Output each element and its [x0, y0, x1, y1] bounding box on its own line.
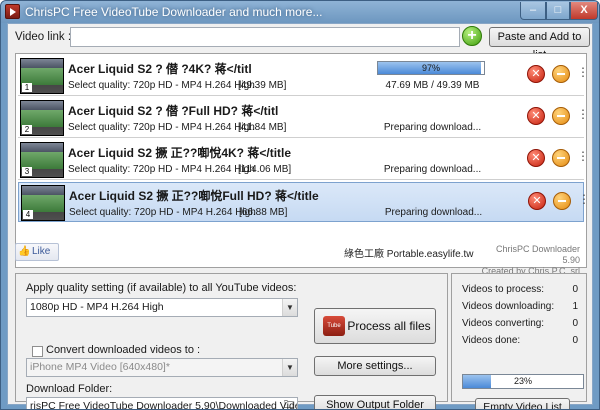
stats-panel: Videos to process: 0 Videos downloading:…	[451, 273, 587, 409]
file-size: [114.06 MB]	[238, 164, 292, 175]
video-title: Acer Liquid S2 撅 正??啣悅Full HD? 蒋</title	[69, 189, 319, 203]
convert-dropdown-value: iPhone MP4 Video [640x480]*	[30, 361, 170, 373]
download-status: 47.69 MB / 49.39 MB	[385, 80, 480, 91]
convert-checkbox[interactable]	[32, 346, 43, 357]
watermark: 綠色工廠 Portable.easylife.tw	[344, 249, 474, 260]
video-thumbnail: 3	[20, 142, 64, 178]
minimize-button[interactable]: –	[520, 2, 546, 20]
file-size: [49.39 MB]	[238, 80, 287, 91]
more-settings-button[interactable]: More settings...	[314, 356, 436, 376]
app-logo-icon	[5, 4, 20, 19]
file-size: [41.84 MB]	[238, 122, 287, 133]
row-menu-icon[interactable]: ⋮	[577, 108, 589, 120]
quality-select[interactable]: Select quality: 720p HD - MP4 H.264 High	[68, 122, 255, 133]
total-progress-bar: 23%	[462, 374, 584, 389]
delete-icon[interactable]: ✕	[527, 65, 545, 83]
video-link-input[interactable]	[70, 27, 460, 47]
folder-icon[interactable]: 🗀	[282, 400, 295, 409]
video-title: Acer Liquid S2 撅 正??啣悅4K? 蒋</title	[68, 146, 292, 160]
paste-and-add-button[interactable]: Paste and Add to list	[489, 27, 590, 61]
chevron-down-icon: ▼	[282, 359, 297, 376]
videos-downloading-label: Videos downloading:	[462, 301, 555, 312]
process-all-label: Process all files	[347, 319, 431, 333]
video-thumbnail: 4	[21, 185, 65, 221]
videos-converting-value: 0	[572, 318, 578, 329]
process-all-button[interactable]: Tube Process all files	[314, 308, 436, 344]
total-progress-percent: 23%	[513, 376, 532, 386]
quality-dropdown[interactable]: 1080p HD - MP4 H.264 High ▼	[26, 298, 298, 317]
stop-icon[interactable]	[552, 149, 570, 167]
videos-done-value: 0	[572, 335, 578, 346]
quality-select[interactable]: Select quality: 720p HD - MP4 H.264 High	[68, 80, 255, 91]
stop-icon[interactable]	[552, 107, 570, 125]
video-link-label: Video link :	[15, 31, 72, 43]
progress-percent: 97%	[421, 63, 440, 73]
videos-converting-label: Videos converting:	[462, 318, 545, 329]
row-menu-icon[interactable]: ⋮	[577, 66, 589, 78]
empty-video-list-button[interactable]: Empty Video List	[475, 398, 570, 409]
convert-format-dropdown[interactable]: iPhone MP4 Video [640x480]* ▼	[26, 358, 298, 377]
download-row[interactable]: 2 Acer Liquid S2 ? 僣 ?Full HD? 蒋</titl S…	[18, 98, 589, 138]
videos-done-label: Videos done:	[462, 335, 521, 346]
close-window-button[interactable]: X	[570, 2, 598, 20]
download-row-selected[interactable]: 4 Acer Liquid S2 撅 正??啣悅Full HD? 蒋</titl…	[18, 182, 590, 222]
window-title: ChrisPC Free VideoTube Downloader and mu…	[25, 5, 323, 19]
version-line: ChrisPC Downloader 5.90	[495, 244, 580, 265]
settings-panel: Apply quality setting (if available) to …	[15, 273, 448, 409]
download-row[interactable]: 1 Acer Liquid S2 ? 僣 ?4K? 蒋</titl Select…	[18, 56, 589, 96]
download-list[interactable]: 1 Acer Liquid S2 ? 僣 ?4K? 蒋</titl Select…	[15, 53, 590, 268]
download-status: Preparing download...	[383, 164, 482, 175]
videos-to-process-value: 0	[572, 284, 578, 295]
download-status: Preparing download...	[383, 122, 482, 133]
youtube-tube-icon: Tube	[323, 316, 345, 336]
title-bar[interactable]: ChrisPC Free VideoTube Downloader and mu…	[1, 1, 599, 23]
row-index: 4	[23, 210, 33, 219]
stop-icon[interactable]	[553, 192, 571, 210]
chevron-down-icon: ▼	[282, 299, 297, 316]
download-progress-bar: 97%	[377, 61, 485, 75]
video-thumbnail: 1	[20, 58, 64, 94]
row-menu-icon[interactable]: ⋮	[577, 150, 589, 162]
convert-label: Convert downloaded videos to :	[46, 344, 201, 356]
row-index: 2	[22, 125, 32, 134]
videos-downloading-value: 1	[572, 301, 578, 312]
download-folder-input[interactable]: risPC Free VideoTube Downloader 5.90\Dow…	[26, 397, 298, 410]
row-index: 1	[22, 83, 32, 92]
app-window: ChrisPC Free VideoTube Downloader and mu…	[0, 0, 600, 410]
delete-icon[interactable]: ✕	[527, 107, 545, 125]
download-row[interactable]: 3 Acer Liquid S2 撅 正??啣悅4K? 蒋</title Sel…	[18, 140, 589, 180]
row-index: 3	[22, 167, 32, 176]
quality-select[interactable]: Select quality: 720p HD - MP4 H.264 High	[69, 207, 256, 218]
video-title: Acer Liquid S2 ? 僣 ?Full HD? 蒋</titl	[68, 104, 279, 118]
download-folder-label: Download Folder:	[26, 383, 113, 395]
maximize-button[interactable]: □	[546, 2, 570, 20]
quality-dropdown-value: 1080p HD - MP4 H.264 High	[30, 301, 164, 313]
row-menu-icon[interactable]: ⋮	[578, 193, 590, 205]
show-output-folder-button[interactable]: Show Output Folder	[314, 395, 436, 409]
delete-icon[interactable]: ✕	[528, 192, 546, 210]
quality-select[interactable]: Select quality: 720p HD - MP4 H.264 High	[68, 164, 255, 175]
stop-icon[interactable]	[552, 65, 570, 83]
quality-setting-label: Apply quality setting (if available) to …	[26, 282, 297, 294]
videos-to-process-label: Videos to process:	[462, 284, 545, 295]
download-status: Preparing download...	[384, 207, 483, 218]
facebook-like-button[interactable]: Like	[15, 243, 59, 261]
video-title: Acer Liquid S2 ? 僣 ?4K? 蒋</titl	[68, 62, 252, 76]
add-video-button[interactable]: +	[462, 26, 482, 46]
download-folder-value: risPC Free VideoTube Downloader 5.90\Dow…	[30, 400, 298, 410]
delete-icon[interactable]: ✕	[527, 149, 545, 167]
main-panel: Video link : + Paste and Add to list 1 A…	[7, 23, 593, 409]
video-thumbnail: 2	[20, 100, 64, 136]
file-size: [66.88 MB]	[239, 207, 288, 218]
